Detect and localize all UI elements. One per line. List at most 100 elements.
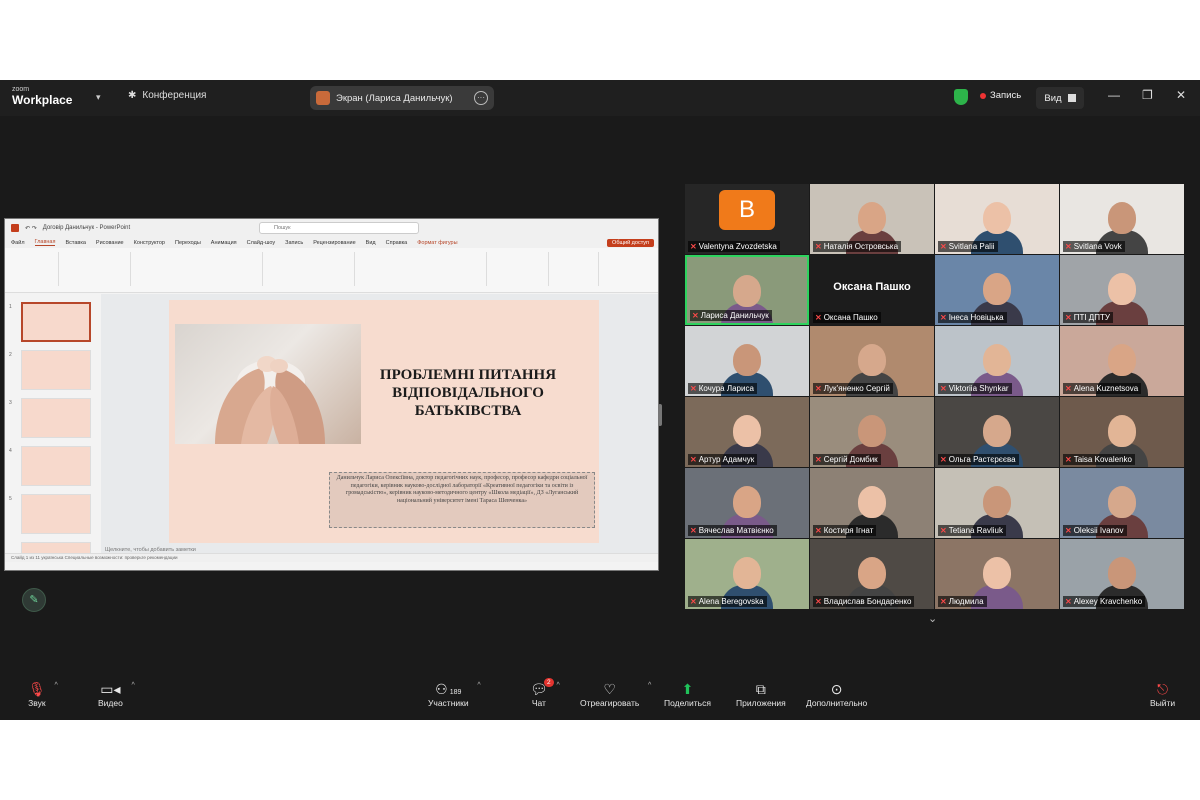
caret-up-icon[interactable]: ^ [477, 682, 480, 689]
participant-tile[interactable]: ⨯ Лариса Данильчук [685, 255, 809, 325]
participant-tile[interactable]: ⨯ Сергій Домбик [810, 397, 934, 467]
ribbon-group [9, 252, 59, 286]
participant-tile[interactable]: ⨯ Ольга Растєрєєва [935, 397, 1059, 467]
person-head [983, 557, 1011, 589]
react-button[interactable]: ♡ Отреагировать ^ [580, 680, 651, 708]
participant-tile[interactable]: ⨯ Кочура Лариса [685, 326, 809, 396]
participant-tile[interactable]: ⨯ Лук'яненко Сергій [810, 326, 934, 396]
caret-up-icon[interactable]: ^ [556, 682, 559, 689]
share-screen-button[interactable]: ⬆ Поделиться [664, 680, 711, 708]
participant-tile[interactable]: ⨯ Владислав Бондаренко [810, 539, 934, 609]
participant-tile[interactable]: ⨯ Артур Адамчук [685, 397, 809, 467]
close-icon[interactable]: ✕ [1176, 88, 1186, 102]
mic-muted-icon: ⨯ [940, 526, 947, 535]
participant-name-label: ⨯ Oleksii Ivanov [1063, 525, 1127, 536]
person-head [858, 557, 886, 589]
apps-button[interactable]: ⧉ Приложения [736, 680, 786, 708]
mic-muted-icon: ⨯ [815, 526, 822, 535]
participant-tile[interactable]: ⨯ Костиря Ігнат [810, 468, 934, 538]
chevron-down-icon[interactable]: ▾ [96, 92, 101, 103]
participant-name: Артур Адамчук [698, 455, 755, 464]
audio-button[interactable]: 🎙︎ Звук ^ [28, 680, 58, 708]
person-head [858, 486, 886, 518]
participant-name-label: ⨯ Оксана Пашко [813, 312, 881, 323]
view-button[interactable]: Вид [1036, 87, 1084, 109]
participant-name-label: ⨯ Ольга Растєрєєва [938, 454, 1019, 465]
participant-name: Alena Beregovska [698, 597, 764, 606]
participant-name: Oleksii Ivanov [1073, 526, 1124, 535]
mic-muted-icon: ⨯ [690, 526, 697, 535]
participant-name: Svitlana Palii [948, 242, 995, 251]
mic-muted-icon: ⨯ [815, 597, 822, 606]
chevron-down-icon[interactable]: ⌄ [928, 612, 937, 625]
ppt-menu-item: Запись [285, 239, 304, 246]
participant-tile[interactable]: ⨯ Taisa Kovalenko [1060, 397, 1184, 467]
hands-photo [175, 324, 361, 444]
ppt-search: Пошук [259, 222, 419, 234]
participant-tile[interactable]: B ⨯ Valentyna Zvozdetska [685, 184, 809, 254]
participant-name: Наталія Островська [823, 242, 899, 251]
thumb-number: 2 [9, 352, 12, 358]
annotate-pencil-icon[interactable]: ✎ [22, 588, 46, 612]
person-head [733, 344, 761, 376]
zoom-logo: zoom Workplace [12, 86, 72, 106]
splitter-handle[interactable] [658, 404, 662, 426]
person-head [983, 486, 1011, 518]
participant-tile[interactable]: ⨯ Alena Kuznetsova [1060, 326, 1184, 396]
participant-tile[interactable]: Оксана Пашко ⨯ Оксана Пашко [810, 255, 934, 325]
leave-button[interactable]: ⎋ Выйти [1150, 680, 1175, 708]
participant-tile[interactable]: ⨯ Svitlana Vovk [1060, 184, 1184, 254]
meeting-toolbar: 🎙︎ Звук ^ ▭◂ Видео ^ ⚇ 189 Участники ^ 💬︎… [0, 672, 1200, 720]
camera-icon: ▭◂ [100, 681, 121, 697]
video-button[interactable]: ▭◂ Видео ^ [98, 680, 135, 708]
more-button[interactable]: ⊙ Дополнительно [806, 680, 867, 708]
participant-tile[interactable]: ⨯ Людмила [935, 539, 1059, 609]
participant-tile[interactable]: ⨯ Наталія Островська [810, 184, 934, 254]
more-icon[interactable]: ··· [474, 91, 488, 105]
chat-label: Чат [531, 698, 546, 708]
view-label: Вид [1044, 92, 1062, 104]
participant-name-label: ⨯ Артур Адамчук [688, 454, 758, 465]
ppt-menu-item: Вид [365, 239, 376, 246]
logo-top-text: zoom [12, 86, 30, 93]
maximize-icon[interactable]: ❐ [1142, 88, 1153, 102]
mic-muted-icon: ⨯ [692, 311, 699, 320]
avatar: B [719, 190, 775, 230]
person-head [733, 275, 761, 307]
participant-tile[interactable]: ⨯ Oleksii Ivanov [1060, 468, 1184, 538]
person-head [983, 415, 1011, 447]
participant-tile[interactable]: ⨯ Інеса Новіцька [935, 255, 1059, 325]
participant-name-label: ⨯ Лариса Данильчук [690, 310, 772, 321]
participant-name: Valentyna Zvozdetska [698, 242, 777, 251]
participant-tile[interactable]: ⨯ Svitlana Palii [935, 184, 1059, 254]
slide-thumbnail [21, 398, 91, 438]
participant-name-label: ⨯ Кочура Лариса [688, 383, 757, 394]
mic-muted-icon: ⨯ [815, 242, 822, 251]
participant-name-label: ⨯ Alena Kuznetsova [1063, 383, 1142, 394]
caret-up-icon[interactable]: ^ [132, 682, 135, 689]
thumb-number: 1 [9, 304, 12, 310]
participant-name: Лук'яненко Сергій [823, 384, 890, 393]
participant-name: Svitlana Vovk [1073, 242, 1122, 251]
mic-muted-icon: ⨯ [815, 455, 822, 464]
participant-tile[interactable]: ⨯ Вячеслав Матвієнко [685, 468, 809, 538]
caret-up-icon[interactable]: ^ [648, 682, 651, 689]
caret-up-icon[interactable]: ^ [54, 682, 57, 689]
ribbon-group [61, 252, 131, 286]
participant-tile[interactable]: ⨯ Alexey Kravchenko [1060, 539, 1184, 609]
person-head [733, 415, 761, 447]
meeting-info-button[interactable]: ✱ Конференция [128, 90, 206, 101]
participant-tile[interactable]: ⨯ Alena Beregovska [685, 539, 809, 609]
chat-button[interactable]: 💬︎ 2 Чат ^ [530, 678, 560, 708]
recording-indicator[interactable]: Запись [980, 90, 1021, 101]
participant-tile[interactable]: ⨯ Tetiana Ravliuk [935, 468, 1059, 538]
participant-tile[interactable]: ⨯ Viktoriia Shynkar [935, 326, 1059, 396]
security-shield-icon[interactable] [954, 89, 968, 105]
participant-name-label: ⨯ Tetiana Ravliuk [938, 525, 1006, 536]
screen-share-pill[interactable]: Экран (Лариса Данильчук) ··· [310, 86, 494, 110]
minimize-icon[interactable]: — [1108, 88, 1120, 102]
ppt-menu-item: Главная [34, 239, 56, 246]
participant-tile[interactable]: ⨯ ПТІ ДПТУ [1060, 255, 1184, 325]
mic-muted-icon: ⨯ [690, 455, 697, 464]
participants-button[interactable]: ⚇ 189 Участники ^ [428, 680, 481, 708]
